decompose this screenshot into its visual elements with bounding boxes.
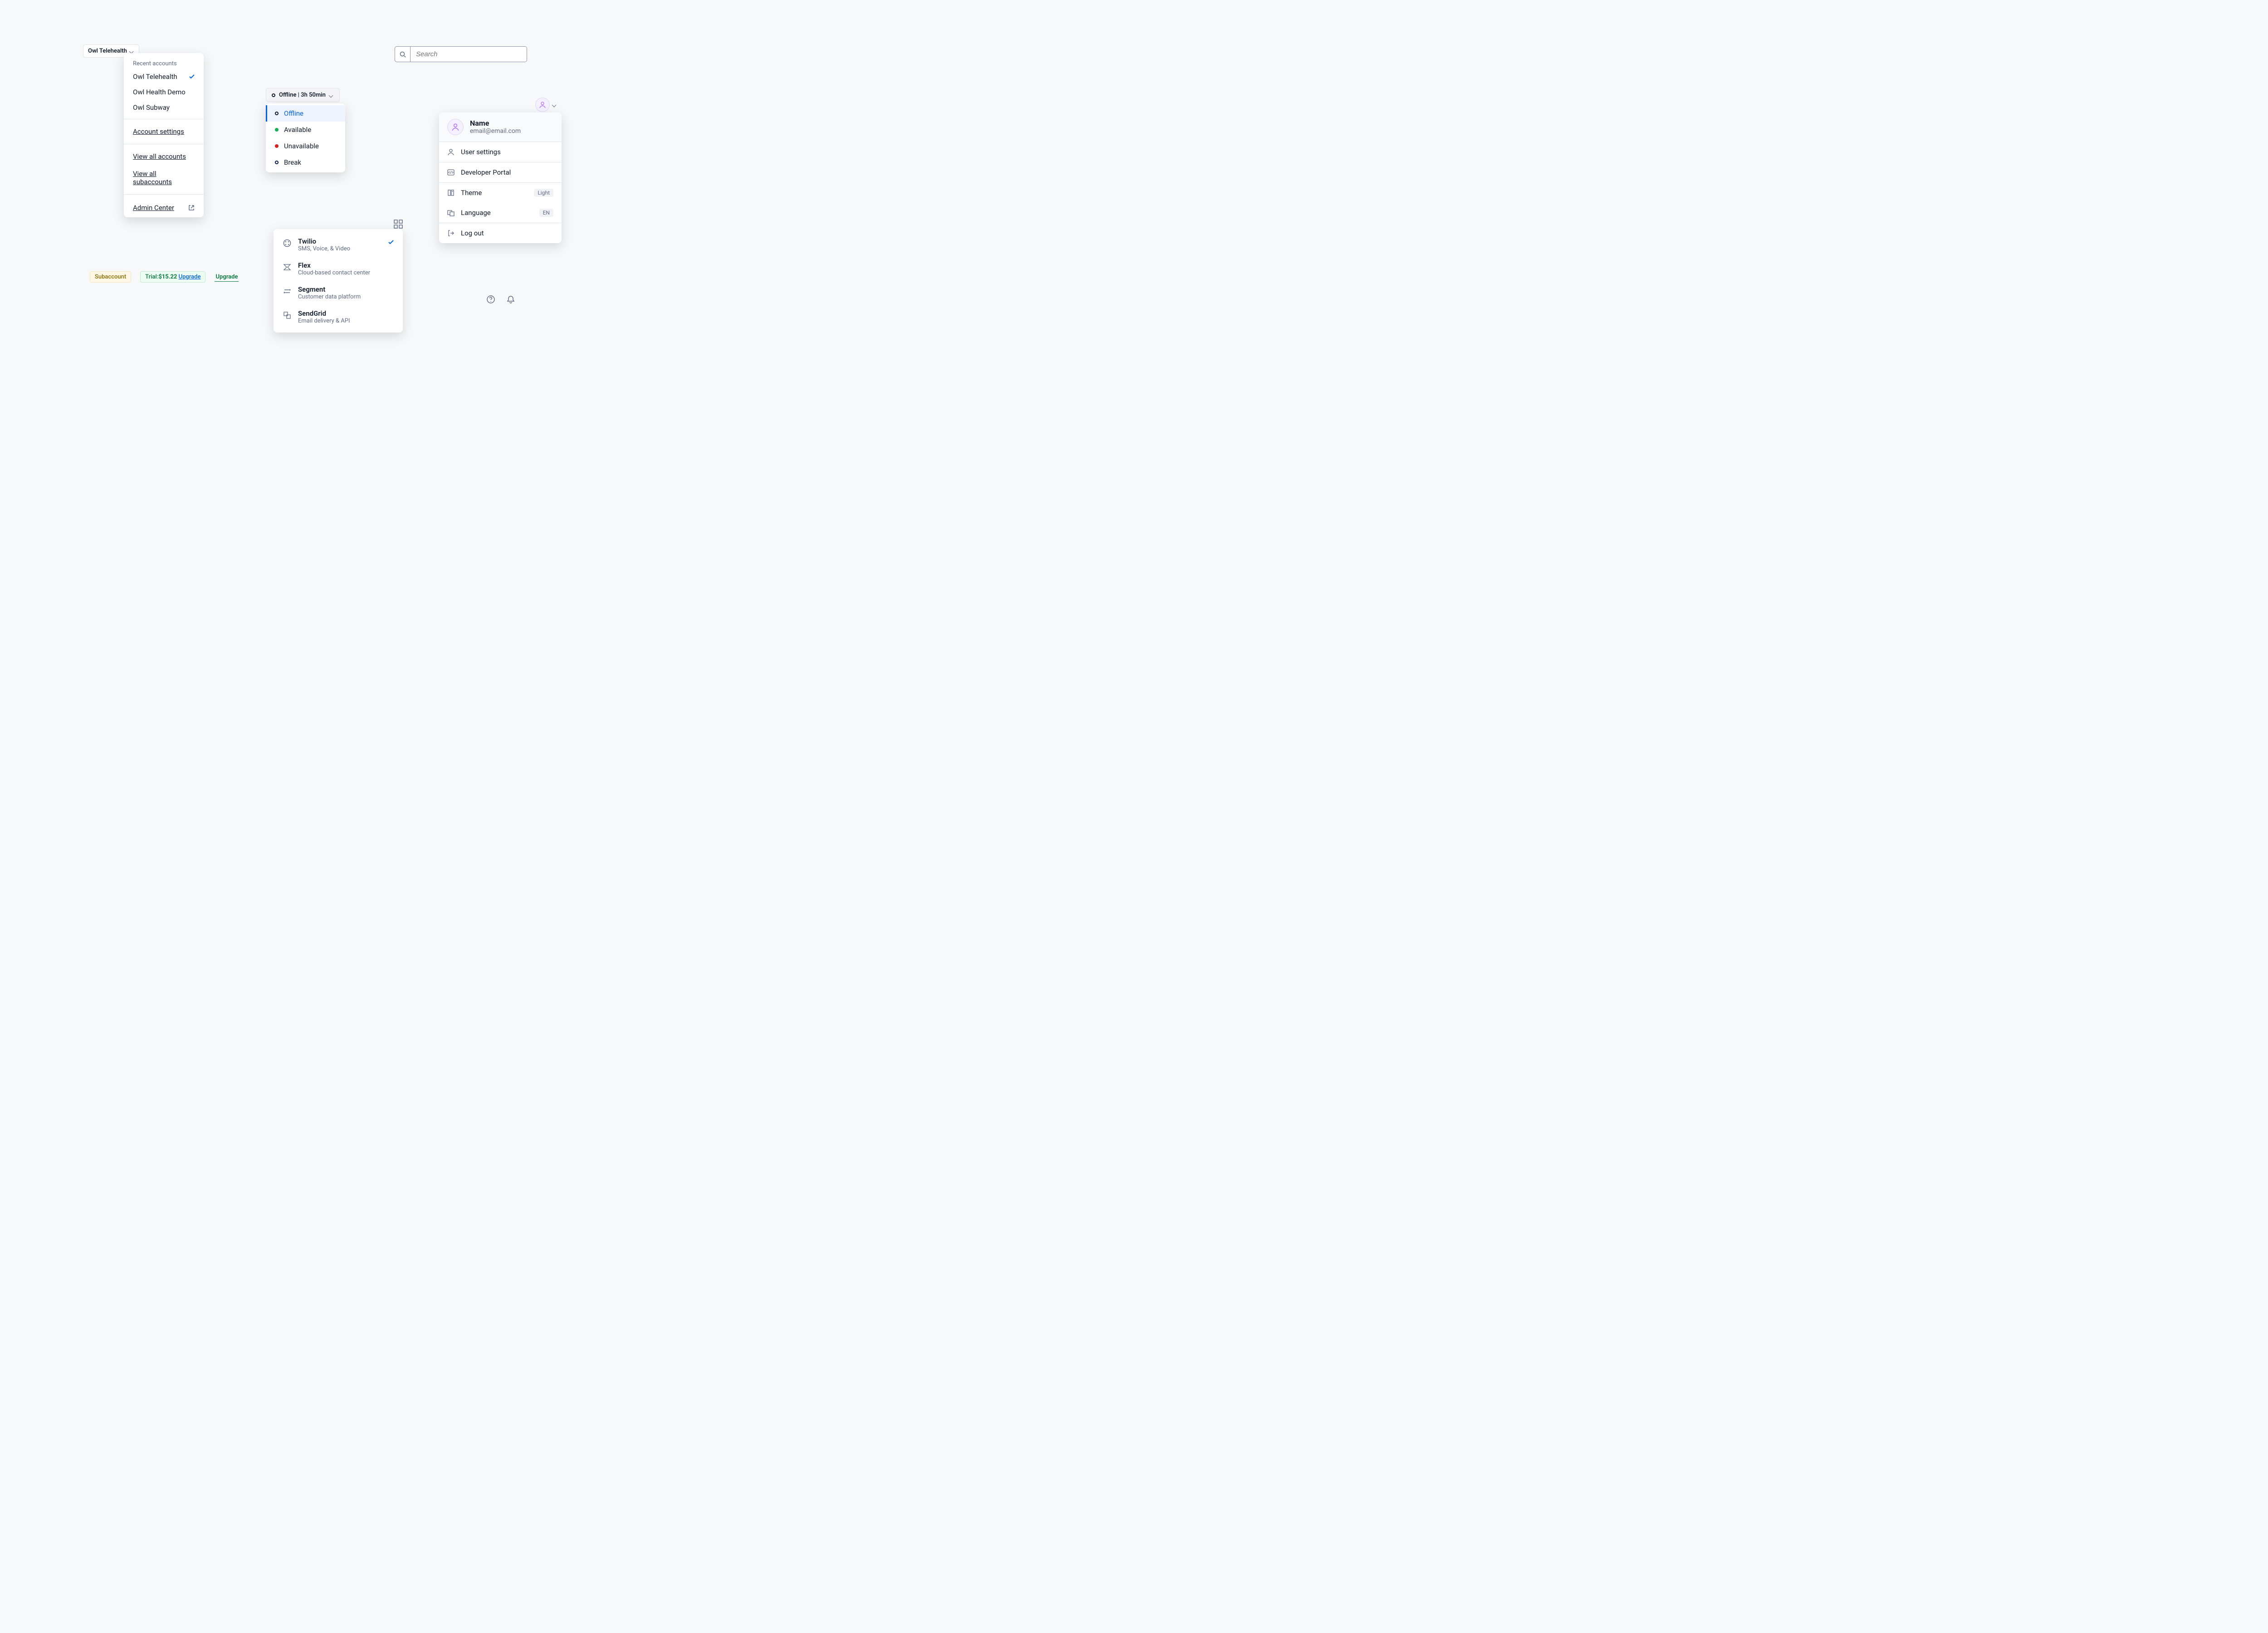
status-menu: Offline Available Unavailable Break — [266, 103, 345, 172]
account-item-label: Owl Health Demo — [133, 88, 186, 96]
subaccount-badge: Subaccount — [90, 271, 131, 283]
check-icon — [388, 240, 394, 244]
product-title: Twilio — [298, 237, 350, 245]
search-input[interactable] — [411, 47, 527, 62]
language-value-tag: EN — [539, 209, 553, 217]
status-dot-offline-icon — [272, 93, 275, 97]
account-item-owl-subway[interactable]: Owl Subway — [124, 100, 204, 115]
theme-label: Theme — [461, 189, 482, 197]
product-item-flex[interactable]: Flex Cloud-based contact center — [274, 257, 403, 281]
product-desc: Customer data platform — [298, 293, 361, 300]
admin-center-link[interactable]: Admin Center — [124, 198, 204, 217]
notifications-icon[interactable] — [506, 295, 515, 304]
logout-item[interactable]: Log out — [439, 223, 562, 243]
trial-amount: $15.22 — [158, 274, 177, 280]
trial-upgrade-link[interactable]: Upgrade — [179, 274, 201, 280]
help-icon[interactable] — [486, 295, 495, 304]
language-label: Language — [461, 209, 491, 217]
account-item-label: Owl Subway — [133, 103, 170, 112]
user-menu-button[interactable] — [535, 98, 557, 112]
user-menu-header: Name email@email.com — [439, 112, 562, 142]
developer-portal-item[interactable]: Developer Portal — [439, 162, 562, 183]
product-desc: SMS, Voice, & Video — [298, 245, 350, 252]
product-desc: Cloud-based contact center — [298, 269, 370, 276]
product-title: SendGrid — [298, 309, 350, 318]
product-item-twilio[interactable]: Twilio SMS, Voice, & Video — [274, 233, 403, 257]
search-icon — [395, 47, 411, 62]
developer-portal-label: Developer Portal — [461, 168, 511, 176]
chevron-down-icon — [552, 103, 557, 106]
user-name-label: Name — [470, 119, 521, 127]
status-option-label: Break — [284, 158, 301, 166]
status-option-available[interactable]: Available — [266, 122, 345, 138]
status-dot-available-icon — [275, 128, 279, 132]
logout-icon — [447, 230, 455, 237]
user-settings-item[interactable]: User settings — [439, 142, 562, 162]
account-item-label: Owl Telehealth — [133, 73, 177, 81]
search-field[interactable] — [395, 46, 527, 62]
status-option-unavailable[interactable]: Unavailable — [266, 138, 345, 154]
account-switcher-menu: Recent accounts Owl Telehealth Owl Healt… — [124, 53, 204, 217]
flex-icon — [283, 263, 292, 271]
upgrade-link[interactable]: Upgrade — [215, 273, 239, 282]
theme-icon — [447, 189, 455, 196]
product-item-sendgrid[interactable]: SendGrid Email delivery & API — [274, 305, 403, 329]
user-menu: Name email@email.com User settings Devel… — [439, 112, 562, 243]
twilio-icon — [283, 239, 292, 247]
account-settings-link[interactable]: Account settings — [124, 123, 204, 140]
trial-badge: Trial: $15.22 Upgrade — [140, 271, 205, 283]
trial-prefix: Trial: — [145, 274, 158, 280]
status-option-label: Offline — [284, 109, 303, 117]
language-item[interactable]: Language EN — [439, 203, 562, 223]
theme-item[interactable]: Theme Light — [439, 183, 562, 203]
product-title: Flex — [298, 261, 370, 269]
view-all-accounts-link[interactable]: View all accounts — [124, 148, 204, 165]
avatar — [535, 98, 550, 112]
avatar — [447, 119, 464, 135]
view-all-subaccounts-link[interactable]: View all subaccounts — [124, 165, 204, 191]
logout-label: Log out — [461, 229, 484, 237]
language-icon — [447, 209, 455, 216]
account-item-owl-telehealth[interactable]: Owl Telehealth — [124, 69, 204, 84]
account-item-owl-health-demo[interactable]: Owl Health Demo — [124, 84, 204, 100]
theme-value-tag: Light — [534, 189, 553, 197]
segment-icon — [283, 287, 292, 295]
chevron-down-icon — [130, 50, 134, 53]
user-icon — [447, 148, 455, 156]
status-option-label: Unavailable — [284, 142, 319, 150]
status-button[interactable]: Offline | 3h 50min — [266, 88, 340, 102]
user-email-label: email@email.com — [470, 127, 521, 135]
product-title: Segment — [298, 285, 361, 293]
status-dot-unavailable-icon — [275, 144, 279, 148]
product-item-segment[interactable]: Segment Customer data platform — [274, 281, 403, 305]
status-option-offline[interactable]: Offline — [266, 105, 345, 122]
product-switcher-button[interactable] — [394, 220, 403, 229]
product-desc: Email delivery & API — [298, 318, 350, 324]
status-option-break[interactable]: Break — [266, 154, 345, 171]
status-dot-offline-icon — [275, 112, 279, 115]
account-switcher-label: Owl Telehealth — [88, 48, 127, 54]
sendgrid-icon — [283, 311, 292, 319]
status-option-label: Available — [284, 126, 311, 134]
external-link-icon — [188, 205, 195, 211]
status-dot-break-icon — [275, 161, 279, 164]
status-button-label: Offline | 3h 50min — [279, 92, 326, 98]
divider — [124, 194, 204, 195]
product-switcher-menu: Twilio SMS, Voice, & Video Flex Cloud-ba… — [274, 229, 403, 332]
code-icon — [447, 169, 455, 176]
admin-center-label: Admin Center — [133, 204, 174, 212]
user-settings-label: User settings — [461, 148, 501, 156]
recent-accounts-label: Recent accounts — [124, 56, 204, 69]
chevron-down-icon — [329, 94, 334, 97]
check-icon — [189, 74, 195, 79]
